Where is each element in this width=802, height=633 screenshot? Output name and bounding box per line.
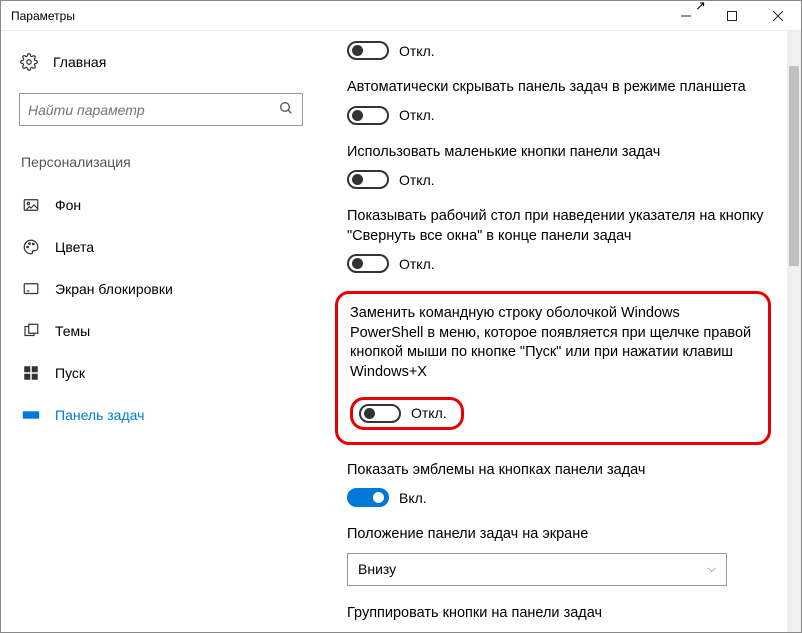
setting-autohide-tablet: Автоматически скрывать панель задач в ре… [347, 78, 791, 125]
themes-icon [21, 322, 41, 340]
setting-label: Положение панели задач на экране [347, 525, 769, 545]
toggle-switch[interactable] [347, 106, 389, 125]
sidebar-group-header: Персонализация [19, 154, 303, 170]
search-field[interactable] [28, 102, 278, 118]
setting-label: Показывать рабочий стол при наведении ук… [347, 207, 769, 246]
setting-group-buttons: Группировать кнопки на панели задач [347, 604, 791, 624]
toggle-state: Откл. [399, 43, 435, 59]
start-icon [21, 364, 41, 382]
toggle-state: Откл. [411, 405, 447, 421]
sidebar-item-themes[interactable]: Темы [19, 310, 303, 352]
setting-label: Использовать маленькие кнопки панели зад… [347, 143, 769, 163]
sidebar-item-taskbar[interactable]: Панель задач [19, 394, 303, 436]
scrollbar-thumb[interactable] [789, 66, 799, 266]
sidebar-item-label: Экран блокировки [55, 281, 173, 297]
toggle-state: Откл. [399, 172, 435, 188]
setting-peek-desktop: Показывать рабочий стол при наведении ук… [347, 207, 791, 273]
sidebar-item-start[interactable]: Пуск [19, 352, 303, 394]
toggle-state: Вкл. [399, 490, 427, 506]
content-area: Откл. Автоматически скрывать панель зада… [321, 31, 801, 632]
setting-lock-taskbar-partial: Откл. [347, 41, 791, 60]
sidebar-item-label: Цвета [55, 239, 94, 255]
chevron-down-icon: ⌵ [708, 563, 716, 576]
setting-label: Заменить командную строку оболочкой Wind… [350, 304, 756, 382]
titlebar: Параметры [1, 1, 801, 31]
lockscreen-icon [21, 280, 41, 298]
setting-powershell-replace: Заменить командную строку оболочкой Wind… [350, 304, 756, 429]
setting-small-buttons: Использовать маленькие кнопки панели зад… [347, 143, 791, 190]
maximize-button[interactable] [709, 1, 755, 31]
sidebar-item-background[interactable]: Фон [19, 184, 303, 226]
setting-label: Группировать кнопки на панели задач [347, 604, 769, 624]
sidebar-item-label: Пуск [55, 365, 85, 381]
setting-label: Автоматически скрывать панель задач в ре… [347, 78, 769, 98]
sidebar-item-label: Панель задач [55, 407, 144, 423]
setting-badges: Показать эмблемы на кнопках панели задач… [347, 461, 791, 508]
taskbar-icon [21, 406, 41, 424]
sidebar-item-label: Темы [55, 323, 90, 339]
close-button[interactable] [755, 1, 801, 31]
sidebar-item-lockscreen[interactable]: Экран блокировки [19, 268, 303, 310]
window-title: Параметры [11, 9, 75, 23]
search-input[interactable] [19, 93, 303, 126]
sidebar-home-label: Главная [53, 54, 106, 70]
picture-icon [21, 196, 41, 214]
sidebar: Главная Персонализация Фон Цвета Э [1, 31, 321, 632]
toggle-switch[interactable] [347, 254, 389, 273]
palette-icon [21, 238, 41, 256]
sidebar-home[interactable]: Главная [19, 49, 303, 75]
gear-icon [19, 53, 39, 71]
toggle-state: Откл. [399, 256, 435, 272]
sidebar-item-label: Фон [55, 197, 81, 213]
search-icon [278, 100, 294, 119]
toggle-switch[interactable] [347, 170, 389, 189]
toggle-state: Откл. [399, 107, 435, 123]
select-value: Внизу [358, 561, 396, 577]
sidebar-item-colors[interactable]: Цвета [19, 226, 303, 268]
toggle-switch[interactable] [347, 488, 389, 507]
setting-label: Показать эмблемы на кнопках панели задач [347, 461, 769, 481]
setting-taskbar-position: Положение панели задач на экране Внизу ⌵ [347, 525, 791, 586]
highlighted-setting: Заменить командную строку оболочкой Wind… [335, 291, 771, 444]
toggle-switch[interactable] [359, 404, 401, 423]
cursor-icon: ↗ [695, 0, 706, 14]
toggle-switch[interactable] [347, 41, 389, 60]
scrollbar-track[interactable] [787, 31, 801, 632]
position-select[interactable]: Внизу ⌵ [347, 553, 727, 586]
